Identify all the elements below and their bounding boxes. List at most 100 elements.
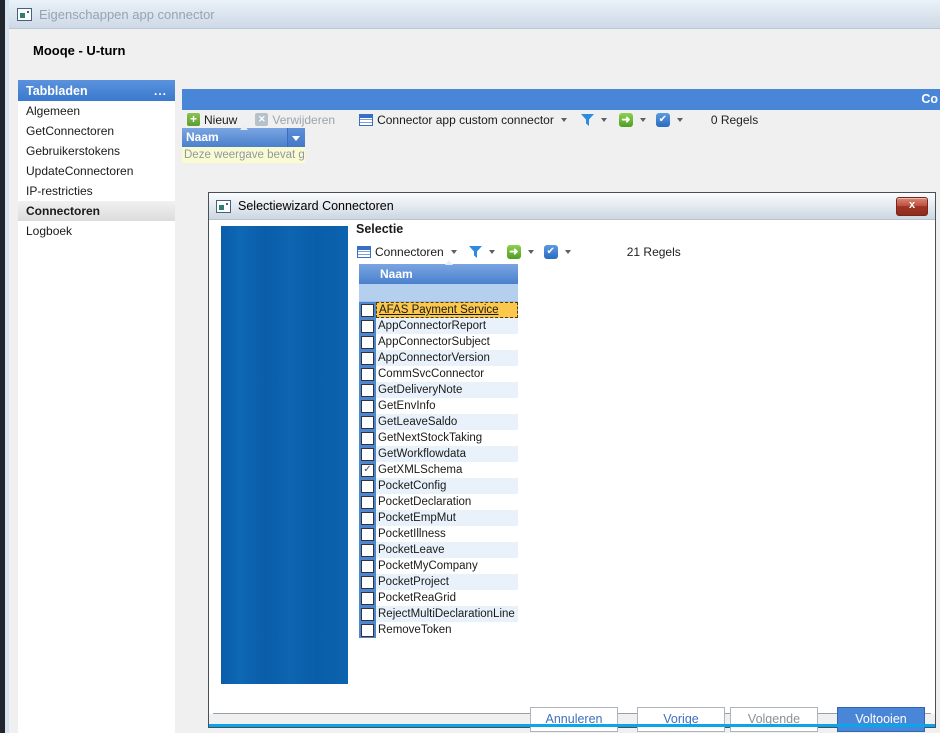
selection-button[interactable]: ✔ (544, 245, 571, 259)
filter-button[interactable] (469, 246, 495, 258)
list-row[interactable]: PocketProject (359, 574, 518, 590)
list-column-header[interactable]: Naam (359, 264, 518, 284)
connector-name[interactable]: GetXMLSchema (376, 462, 518, 478)
sidebar-more-button[interactable]: ... (154, 84, 167, 98)
sidebar-item-updateconnectoren[interactable]: UpdateConnectoren (18, 161, 175, 181)
row-checkbox[interactable] (361, 528, 374, 541)
chevron-down-icon[interactable] (528, 250, 534, 254)
row-checkbox[interactable] (361, 592, 374, 605)
row-checkbox[interactable] (361, 432, 374, 445)
main-grid-column-header[interactable]: Naam (182, 128, 305, 147)
connector-name[interactable]: PocketLeave (376, 542, 518, 558)
connector-name[interactable]: PocketDeclaration (376, 494, 518, 510)
list-row[interactable]: PocketIllness (359, 526, 518, 542)
row-checkbox[interactable] (361, 496, 374, 509)
row-checkbox[interactable] (361, 544, 374, 557)
list-row[interactable]: ✓GetXMLSchema (359, 462, 518, 478)
connector-name[interactable]: PocketMyCompany (376, 558, 518, 574)
dialog-titlebar[interactable]: Selectiewizard Connectoren x (209, 193, 935, 220)
chevron-down-icon[interactable] (677, 118, 683, 122)
sidebar-item-getconnectoren[interactable]: GetConnectoren (18, 121, 175, 141)
sidebar-item-logboek[interactable]: Logboek (18, 221, 175, 241)
list-row[interactable]: PocketLeave (359, 542, 518, 558)
row-checkbox[interactable] (361, 320, 374, 333)
connector-name[interactable]: GetEnvInfo (376, 398, 518, 414)
connector-name[interactable]: GetLeaveSaldo (376, 414, 518, 430)
list-row[interactable]: RejectMultiDeclarationLine (359, 606, 518, 622)
filter-button[interactable] (581, 114, 607, 126)
connector-name[interactable]: PocketConfig (376, 478, 518, 494)
row-checkbox[interactable] (361, 576, 374, 589)
list-row[interactable]: GetNextStockTaking (359, 430, 518, 446)
sidebar-item-algemeen[interactable]: Algemeen (18, 101, 175, 121)
delete-button[interactable]: ✕ Verwijderen (255, 113, 335, 127)
connector-name[interactable]: RemoveToken (376, 622, 518, 638)
list-row[interactable]: AppConnectorVersion (359, 350, 518, 366)
connector-name[interactable]: GetNextStockTaking (376, 430, 518, 446)
annuleren-button[interactable]: Annuleren (530, 707, 618, 732)
list-row[interactable]: GetLeaveSaldo (359, 414, 518, 430)
row-checkbox[interactable] (361, 560, 374, 573)
list-row[interactable]: PocketReaGrid (359, 590, 518, 606)
window-titlebar[interactable]: Eigenschappen app connector (9, 0, 940, 29)
row-checkbox[interactable] (361, 352, 374, 365)
new-button[interactable]: + Nieuw (187, 113, 237, 127)
list-row[interactable]: PocketMyCompany (359, 558, 518, 574)
sidebar-item-ip-restricties[interactable]: IP-restricties (18, 181, 175, 201)
list-row[interactable]: GetEnvInfo (359, 398, 518, 414)
sidebar-item-connectoren[interactable]: Connectoren (18, 201, 175, 221)
list-row[interactable]: PocketEmpMut (359, 510, 518, 526)
connector-name[interactable]: GetWorkflowdata (376, 446, 518, 462)
row-checkbox[interactable] (361, 608, 374, 621)
connector-name[interactable]: AFAS Payment Service (376, 302, 518, 318)
list-row[interactable]: AppConnectorSubject (359, 334, 518, 350)
row-checkbox[interactable] (361, 624, 374, 637)
connector-name[interactable]: AppConnectorVersion (376, 350, 518, 366)
list-row[interactable]: GetWorkflowdata (359, 446, 518, 462)
connector-name[interactable]: AppConnectorReport (376, 318, 518, 334)
vorige-button[interactable]: Vorige (637, 707, 725, 732)
row-checkbox[interactable] (361, 400, 374, 413)
connector-name[interactable]: RejectMultiDeclarationLine (376, 606, 518, 622)
connector-dropdown[interactable]: Connector app custom connector (359, 113, 567, 127)
list-filter-row[interactable] (359, 284, 518, 302)
row-checkbox[interactable]: ✓ (361, 464, 374, 477)
row-checkbox[interactable] (361, 448, 374, 461)
list-row[interactable]: AppConnectorReport (359, 318, 518, 334)
go-button[interactable]: ➜ (619, 113, 646, 127)
chevron-down-icon[interactable] (489, 250, 495, 254)
close-button[interactable]: x (896, 197, 928, 216)
voltooien-button[interactable]: Voltooien (837, 707, 925, 732)
row-checkbox[interactable] (361, 384, 374, 397)
volgende-button[interactable]: Volgende (730, 707, 818, 732)
row-checkbox[interactable] (361, 304, 374, 317)
list-row[interactable]: AFAS Payment Service (359, 302, 518, 318)
list-row[interactable]: CommSvcConnector (359, 366, 518, 382)
selection-button[interactable]: ✔ (656, 113, 683, 127)
chevron-down-icon[interactable] (561, 118, 567, 122)
list-row[interactable]: PocketDeclaration (359, 494, 518, 510)
list-row[interactable]: GetDeliveryNote (359, 382, 518, 398)
chevron-down-icon[interactable] (601, 118, 607, 122)
connector-name[interactable]: PocketIllness (376, 526, 518, 542)
row-checkbox[interactable] (361, 416, 374, 429)
column-filter-dropdown[interactable] (287, 128, 305, 147)
list-row[interactable]: RemoveToken (359, 622, 518, 638)
sidebar-item-gebruikerstokens[interactable]: Gebruikerstokens (18, 141, 175, 161)
row-checkbox[interactable] (361, 480, 374, 493)
connector-name[interactable]: CommSvcConnector (376, 366, 518, 382)
connector-name[interactable]: GetDeliveryNote (376, 382, 518, 398)
list-row[interactable]: PocketConfig (359, 478, 518, 494)
connector-name[interactable]: PocketReaGrid (376, 590, 518, 606)
connector-name[interactable]: PocketEmpMut (376, 510, 518, 526)
chevron-down-icon[interactable] (565, 250, 571, 254)
chevron-down-icon[interactable] (640, 118, 646, 122)
connector-name[interactable]: AppConnectorSubject (376, 334, 518, 350)
row-checkbox[interactable] (361, 368, 374, 381)
connectoren-dropdown[interactable]: Connectoren (357, 245, 457, 259)
row-checkbox[interactable] (361, 512, 374, 525)
chevron-down-icon[interactable] (451, 250, 457, 254)
go-button[interactable]: ➜ (507, 245, 534, 259)
connector-name[interactable]: PocketProject (376, 574, 518, 590)
row-checkbox[interactable] (361, 336, 374, 349)
